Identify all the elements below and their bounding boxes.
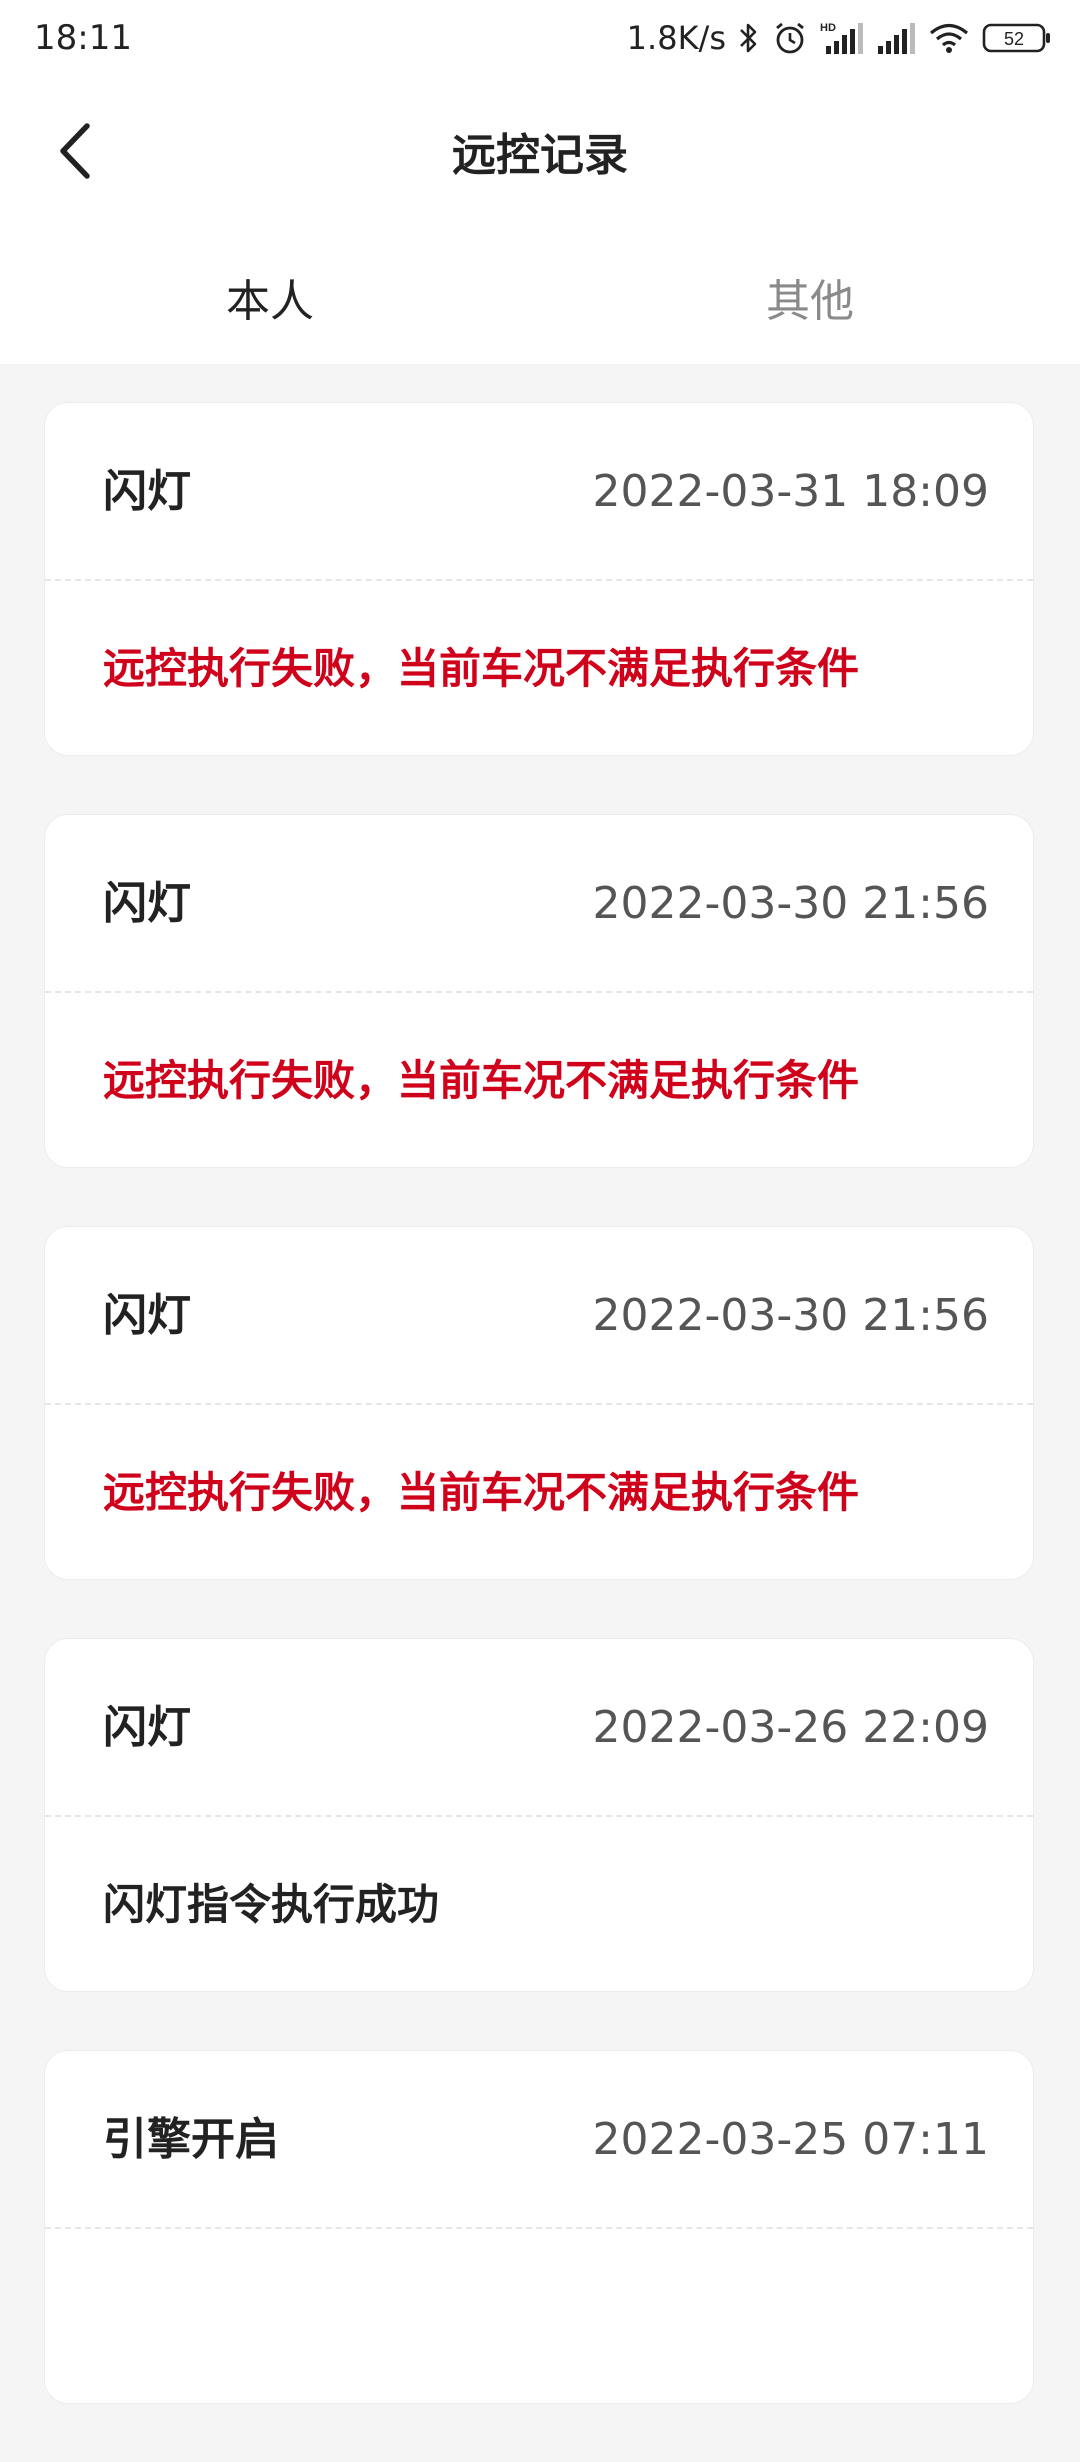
record-header: 引擎开启 2022-03-25 07:11	[45, 2051, 1033, 2229]
record-header: 闪灯 2022-03-31 18:09	[45, 403, 1033, 581]
record-header: 闪灯 2022-03-26 22:09	[45, 1639, 1033, 1817]
record-action: 闪灯	[103, 1290, 191, 1341]
record-action: 闪灯	[103, 466, 191, 517]
status-time: 18:11	[34, 18, 132, 58]
network-speed: 1.8K/s	[626, 19, 726, 57]
record-time: 2022-03-26 22:09	[592, 1702, 990, 1753]
record-message: 远控执行失败，当前车况不满足执行条件	[103, 1056, 860, 1105]
record-action: 闪灯	[103, 1702, 191, 1753]
record-card[interactable]: 闪灯 2022-03-30 21:56 远控执行失败，当前车况不满足执行条件	[44, 814, 1034, 1168]
status-bar: 18:11 1.8K/s HD 52	[0, 0, 1080, 76]
tab-bar: 本人 其他	[0, 242, 1080, 362]
record-time: 2022-03-30 21:56	[592, 878, 990, 929]
record-action: 闪灯	[103, 878, 191, 929]
record-message: 闪灯指令执行成功	[103, 1880, 440, 1929]
record-message: 远控执行失败，当前车况不满足执行条件	[103, 1468, 860, 1517]
record-card[interactable]: 引擎开启 2022-03-25 07:11	[44, 2050, 1034, 2404]
tab-others[interactable]: 其他	[540, 242, 1080, 362]
top-panel: 18:11 1.8K/s HD 52 远控记录 本人 其他	[0, 0, 1080, 364]
record-card[interactable]: 闪灯 2022-03-26 22:09 闪灯指令执行成功	[44, 1638, 1034, 1992]
bluetooth-icon	[738, 21, 760, 55]
record-list: 闪灯 2022-03-31 18:09 远控执行失败，当前车况不满足执行条件 闪…	[44, 402, 1036, 2462]
status-icons: 1.8K/s HD 52	[627, 14, 1052, 62]
page-title: 远控记录	[452, 130, 628, 181]
signal-hd-icon: HD	[820, 20, 864, 56]
record-header: 闪灯 2022-03-30 21:56	[45, 815, 1033, 993]
record-time: 2022-03-25 07:11	[592, 2114, 990, 2165]
record-time: 2022-03-31 18:09	[592, 466, 990, 517]
tab-self[interactable]: 本人	[0, 242, 540, 362]
signal-icon	[876, 20, 916, 56]
record-card[interactable]: 闪灯 2022-03-30 21:56 远控执行失败，当前车况不满足执行条件	[44, 1226, 1034, 1580]
alarm-icon	[772, 20, 808, 56]
battery-icon: 52	[982, 21, 1052, 55]
wifi-icon	[928, 21, 970, 55]
battery-level: 52	[1004, 29, 1024, 49]
svg-text:HD: HD	[820, 22, 836, 34]
record-message: 远控执行失败，当前车况不满足执行条件	[103, 644, 860, 693]
navigation-bar: 远控记录	[0, 96, 1080, 216]
record-header: 闪灯 2022-03-30 21:56	[45, 1227, 1033, 1405]
record-time: 2022-03-30 21:56	[592, 1290, 990, 1341]
record-card[interactable]: 闪灯 2022-03-31 18:09 远控执行失败，当前车况不满足执行条件	[44, 402, 1034, 756]
record-action: 引擎开启	[103, 2114, 279, 2165]
